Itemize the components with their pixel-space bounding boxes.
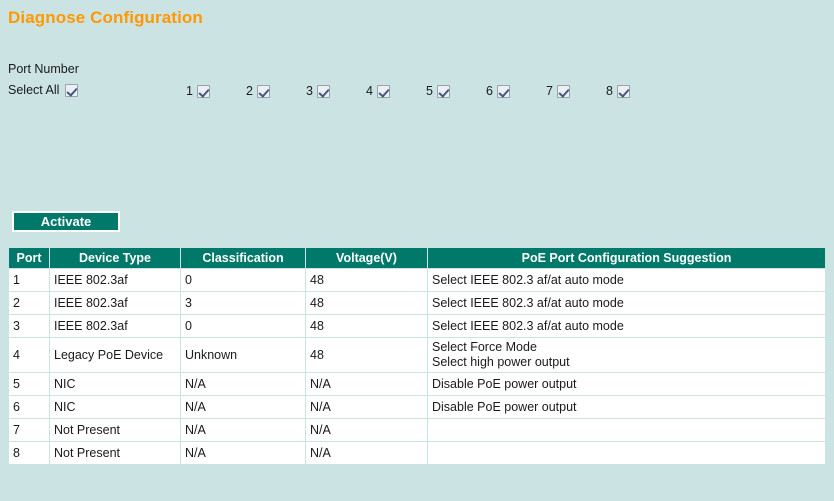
column-header-port: Port (9, 248, 49, 268)
cell-voltage: N/A (306, 419, 427, 441)
cell-device-type: IEEE 802.3af (50, 269, 180, 291)
port-checkbox-group: 1 2 3 4 5 6 7 8 (186, 84, 666, 98)
cell-voltage: N/A (306, 396, 427, 418)
cell-device-type: NIC (50, 396, 180, 418)
suggestion-line (432, 423, 821, 438)
cell-voltage: 48 (306, 292, 427, 314)
suggestion-line: Select high power output (432, 355, 570, 369)
cell-port: 2 (9, 292, 49, 314)
suggestion-line (432, 446, 821, 461)
port-checkbox-8[interactable] (616, 84, 630, 98)
cell-port: 4 (9, 338, 49, 372)
port-checkbox-label-6: 6 (486, 84, 493, 98)
cell-classification: 0 (181, 269, 305, 291)
table-row: 7 Not Present N/A N/A (9, 419, 825, 441)
cell-device-type: IEEE 802.3af (50, 292, 180, 314)
port-checkbox-label-7: 7 (546, 84, 553, 98)
cell-device-type: Not Present (50, 442, 180, 464)
table-row: 4 Legacy PoE Device Unknown 48 Select Fo… (9, 338, 825, 372)
port-checkbox-label-3: 3 (306, 84, 313, 98)
cell-port: 6 (9, 396, 49, 418)
port-checkbox-item-8: 8 (606, 84, 666, 98)
page-title: Diagnose Configuration (8, 8, 203, 27)
cell-port: 7 (9, 419, 49, 441)
table-row: 1 IEEE 802.3af 0 48 Select IEEE 802.3 af… (9, 269, 825, 291)
column-header-suggestion: PoE Port Configuration Suggestion (428, 248, 825, 268)
column-header-voltage: Voltage(V) (306, 248, 427, 268)
cell-classification: N/A (181, 373, 305, 395)
table-row: 8 Not Present N/A N/A (9, 442, 825, 464)
cell-suggestion: Disable PoE power output (428, 373, 825, 395)
cell-suggestion: Disable PoE power output (428, 396, 825, 418)
table-row: 5 NIC N/A N/A Disable PoE power output (9, 373, 825, 395)
port-checkbox-label-8: 8 (606, 84, 613, 98)
port-checkbox-label-2: 2 (246, 84, 253, 98)
cell-port: 3 (9, 315, 49, 337)
cell-port: 8 (9, 442, 49, 464)
cell-device-type: Not Present (50, 419, 180, 441)
cell-voltage: 48 (306, 269, 427, 291)
select-all-label: Select All (8, 83, 60, 97)
select-all-row: Select All (8, 83, 79, 97)
poe-diagnose-table: Port Device Type Classification Voltage(… (8, 247, 826, 465)
suggestion-line: Disable PoE power output (432, 376, 577, 391)
port-checkbox-label-4: 4 (366, 84, 373, 98)
port-checkbox-item-5: 5 (426, 84, 486, 98)
port-checkbox-4[interactable] (376, 84, 390, 98)
table-row: 3 IEEE 802.3af 0 48 Select IEEE 802.3 af… (9, 315, 825, 337)
port-checkbox-item-1: 1 (186, 84, 246, 98)
suggestion-line: Disable PoE power output (432, 399, 577, 414)
port-checkbox-item-4: 4 (366, 84, 426, 98)
port-checkbox-7[interactable] (556, 84, 570, 98)
cell-voltage: 48 (306, 338, 427, 372)
cell-classification: 3 (181, 292, 305, 314)
port-checkbox-6[interactable] (496, 84, 510, 98)
activate-button[interactable]: Activate (12, 211, 120, 232)
cell-suggestion: Select IEEE 802.3 af/at auto mode (428, 315, 825, 337)
cell-voltage: N/A (306, 442, 427, 464)
cell-suggestion (428, 419, 825, 441)
cell-port: 5 (9, 373, 49, 395)
port-checkbox-2[interactable] (256, 84, 270, 98)
port-checkbox-5[interactable] (436, 84, 450, 98)
suggestion-line: Select IEEE 802.3 af/at auto mode (432, 295, 624, 310)
select-all-checkbox[interactable] (65, 83, 79, 97)
port-checkbox-label-1: 1 (186, 84, 193, 98)
table-row: 2 IEEE 802.3af 3 48 Select IEEE 802.3 af… (9, 292, 825, 314)
port-checkbox-3[interactable] (316, 84, 330, 98)
cell-classification: 0 (181, 315, 305, 337)
cell-classification: N/A (181, 419, 305, 441)
port-checkbox-item-2: 2 (246, 84, 306, 98)
cell-port: 1 (9, 269, 49, 291)
cell-suggestion: Select Force Mode Select high power outp… (428, 338, 825, 372)
cell-device-type: IEEE 802.3af (50, 315, 180, 337)
column-header-classification: Classification (181, 248, 305, 268)
cell-voltage: N/A (306, 373, 427, 395)
port-checkbox-item-3: 3 (306, 84, 366, 98)
cell-voltage: 48 (306, 315, 427, 337)
cell-suggestion: Select IEEE 802.3 af/at auto mode (428, 292, 825, 314)
cell-classification: N/A (181, 442, 305, 464)
table-header-row: Port Device Type Classification Voltage(… (9, 248, 825, 268)
suggestion-line: Select Force Mode (432, 340, 537, 354)
port-checkbox-item-6: 6 (486, 84, 546, 98)
port-number-label: Port Number (8, 62, 79, 76)
port-checkbox-item-7: 7 (546, 84, 606, 98)
cell-device-type: Legacy PoE Device (50, 338, 180, 372)
column-header-device-type: Device Type (50, 248, 180, 268)
cell-classification: Unknown (181, 338, 305, 372)
port-checkbox-label-5: 5 (426, 84, 433, 98)
cell-device-type: NIC (50, 373, 180, 395)
suggestion-line: Select IEEE 802.3 af/at auto mode (432, 318, 624, 333)
diagnose-configuration-page: Diagnose Configuration Port Number Selec… (0, 0, 834, 501)
cell-classification: N/A (181, 396, 305, 418)
cell-suggestion (428, 442, 825, 464)
port-checkbox-1[interactable] (196, 84, 210, 98)
cell-suggestion: Select IEEE 802.3 af/at auto mode (428, 269, 825, 291)
suggestion-line: Select IEEE 802.3 af/at auto mode (432, 272, 624, 287)
table-row: 6 NIC N/A N/A Disable PoE power output (9, 396, 825, 418)
